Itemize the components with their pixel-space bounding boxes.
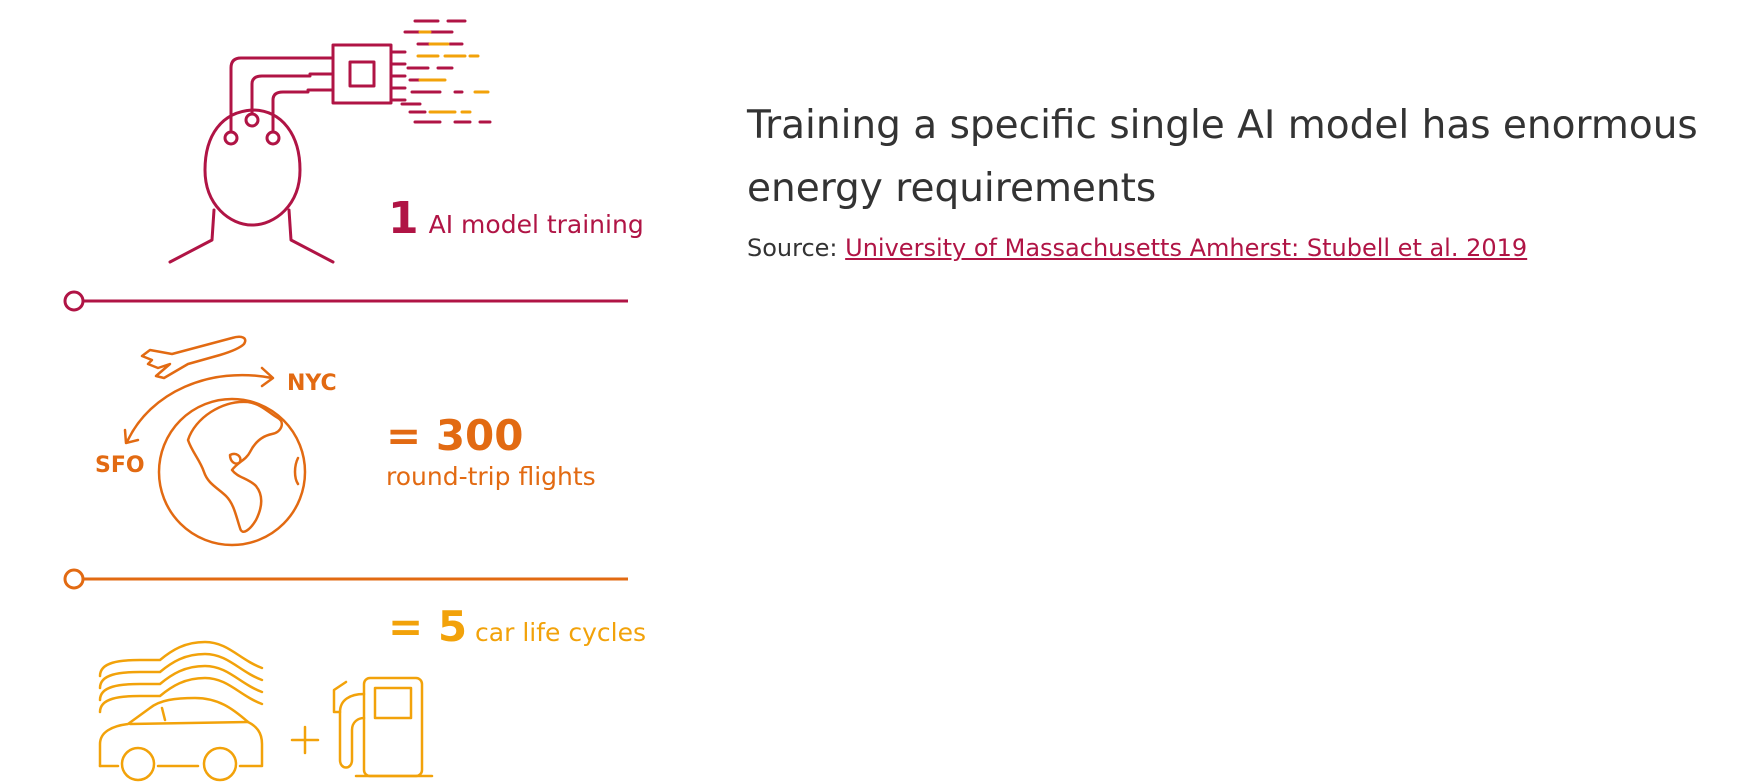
cars-label: car life cycles (475, 618, 646, 647)
cars-stat: = 5 car life cycles (388, 602, 646, 651)
flights-label: round-trip flights (386, 462, 596, 491)
energy-infographic: 1 AI model training NYC SFO = 300 round-t… (0, 0, 660, 783)
destination-city-label: NYC (287, 371, 337, 396)
source-prefix: Source: (747, 234, 838, 262)
source-line: Source: University of Massachusetts Amhe… (747, 234, 1707, 262)
source-link[interactable]: University of Massachusetts Amherst: Stu… (845, 234, 1527, 262)
origin-city-label: SFO (95, 453, 145, 478)
divider-orange (63, 568, 628, 590)
flights-stat: = 300 round-trip flights (386, 411, 596, 492)
globe-airplane-icon (123, 335, 307, 547)
stacked-cars-plus-fuel-pump-icon (98, 640, 434, 782)
divider-crimson (63, 290, 628, 312)
training-value: 1 (388, 193, 419, 244)
training-stat: 1 AI model training (388, 193, 644, 244)
headline-block: Training a specific single AI model has … (747, 94, 1707, 262)
headline-title: Training a specific single AI model has … (747, 103, 1698, 211)
flights-value: = 300 (386, 411, 524, 460)
training-label: AI model training (428, 210, 644, 239)
cars-value: = 5 (388, 602, 468, 651)
